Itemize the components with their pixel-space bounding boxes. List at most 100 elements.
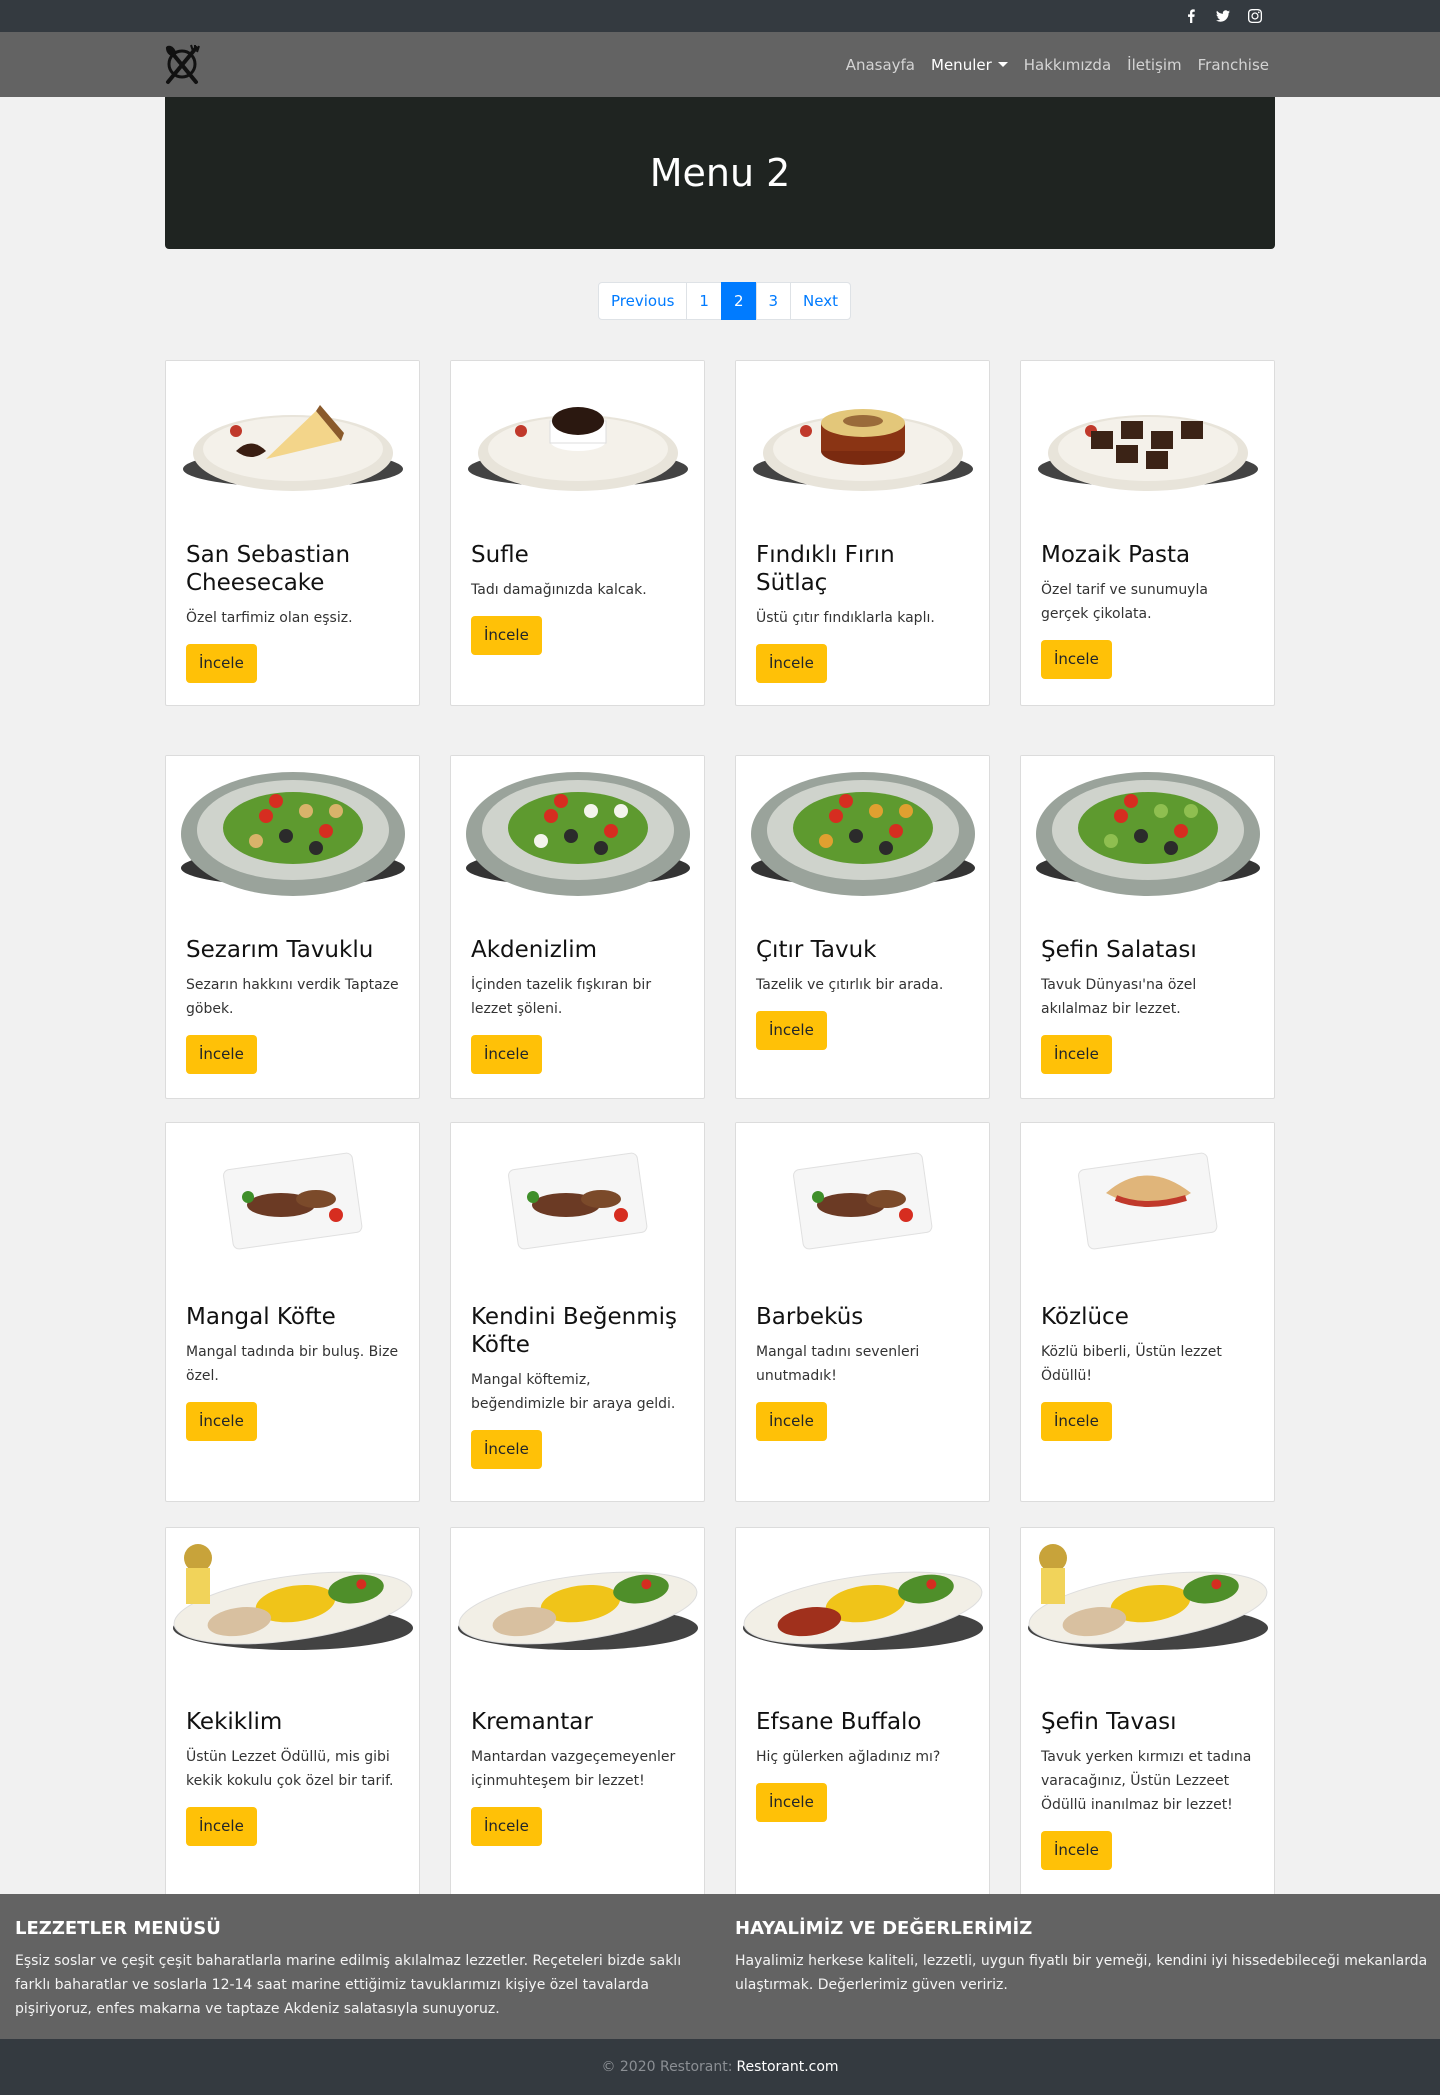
card-title: Sezarım Tavuklu xyxy=(186,937,374,963)
card-title: Kekiklim xyxy=(186,1709,283,1735)
main-nav: Anasayfa Menuler Hakkımızda İletişim Fra… xyxy=(846,32,1269,97)
card-description: Özel tarfimiz olan eşsiz. xyxy=(186,610,353,626)
card-description: Hiç gülerken ağladınız mı? xyxy=(756,1749,941,1765)
card-description: Üstü çıtır fındıklarla kaplı. xyxy=(756,610,935,626)
caret-down-icon xyxy=(997,61,1008,67)
card-description: Sezarın hakkını verdik Taptaze göbek. xyxy=(186,977,399,1017)
footer-col-menu: LEZZETLER MENÜSÜ Eşsiz soslar ve çeşit ç… xyxy=(15,1918,715,2021)
card-body: Közlüce Közlü biberli, Üstün lezzet Ödüll… xyxy=(1021,1303,1274,1441)
incele-button[interactable]: İncele xyxy=(471,1807,542,1846)
incele-button[interactable]: İncele xyxy=(1041,1035,1112,1074)
menu-card: Akdenizlim İçinden tazelik fışkıran bir l… xyxy=(450,755,705,1099)
card-title: Barbeküs xyxy=(756,1304,864,1330)
card-description: Tavuk Dünyası'na özel akılalmaz bir lezz… xyxy=(1041,977,1197,1017)
food-image xyxy=(736,1123,989,1283)
pagination-page-1[interactable]: 1 xyxy=(686,282,722,320)
card-description: İçinden tazelik fışkıran bir lezzet şöle… xyxy=(471,977,652,1017)
hero-banner: Menu 2 xyxy=(165,97,1275,249)
menu-card: Kekiklim Üstün Lezzet Ödüllü, mis gibi ke… xyxy=(165,1527,420,1897)
nav-iletisim[interactable]: İletişim xyxy=(1127,56,1181,74)
card-title: Kremantar xyxy=(471,1709,593,1735)
pagination-previous[interactable]: Previous xyxy=(598,282,688,320)
menu-card: San Sebastian Cheesecake Özel tarfimiz ol… xyxy=(165,360,420,706)
footer-menu-text: Eşsiz soslar ve çeşit çeşit baharatlarla… xyxy=(15,1953,682,2017)
menu-card: Közlüce Közlü biberli, Üstün lezzet Ödüll… xyxy=(1020,1122,1275,1502)
menu-card: Efsane Buffalo Hiç gülerken ağladınız mı?… xyxy=(735,1527,990,1897)
footer-values-text: Hayalimiz herkese kaliteli, lezzetli, uy… xyxy=(735,1953,1428,1993)
incele-button[interactable]: İncele xyxy=(186,1035,257,1074)
pagination: Previous 1 2 3 Next xyxy=(598,282,851,320)
card-body: Şefin Salatası Tavuk Dünyası'na özel akıl… xyxy=(1021,936,1274,1074)
menu-card: Barbeküs Mangal tadını sevenleri unutmadı… xyxy=(735,1122,990,1502)
incele-button[interactable]: İncele xyxy=(471,616,542,655)
card-description: Mantardan vazgeçemeyenler içinmuhteşem b… xyxy=(471,1749,676,1789)
menu-card: Kremantar Mantardan vazgeçemeyenler içinm… xyxy=(450,1527,705,1897)
card-title: Efsane Buffalo xyxy=(756,1709,922,1735)
top-bar xyxy=(0,0,1440,32)
pagination-page-2[interactable]: 2 xyxy=(720,282,757,320)
incele-button[interactable]: İncele xyxy=(471,1430,542,1469)
menu-card: Sezarım Tavuklu Sezarın hakkını verdik Ta… xyxy=(165,755,420,1099)
incele-button[interactable]: İncele xyxy=(1041,1831,1112,1870)
card-description: Mangal tadını sevenleri unutmadık! xyxy=(756,1344,920,1384)
facebook-icon[interactable] xyxy=(1184,9,1198,23)
nav-menuler-label: Menuler xyxy=(931,55,992,74)
menu-card: Çıtır Tavuk Tazelik ve çıtırlık bir arada… xyxy=(735,755,990,1099)
incele-button[interactable]: İncele xyxy=(186,644,257,683)
menu-card: Fındıklı Fırın Sütlaç Üstü çıtır fındıkla… xyxy=(735,360,990,706)
card-body: Sezarım Tavuklu Sezarın hakkını verdik Ta… xyxy=(166,936,419,1074)
card-body: Fındıklı Fırın Sütlaç Üstü çıtır fındıkla… xyxy=(736,541,989,683)
restaurant-logo-icon[interactable] xyxy=(162,42,202,86)
food-image xyxy=(736,756,989,916)
card-body: Şefin Tavası Tavuk yerken kırmızı et tadı… xyxy=(1021,1708,1274,1870)
food-image xyxy=(166,1528,419,1688)
copyright-bar: © 2020 Restorant: Restorant.com xyxy=(0,2039,1440,2095)
pagination-page-3[interactable]: 3 xyxy=(755,282,792,320)
card-description: Közlü biberli, Üstün lezzet Ödüllü! xyxy=(1041,1344,1222,1384)
card-description: Mangal köftemiz, beğendimizle bir araya … xyxy=(471,1372,676,1412)
menu-card: Mozaik Pasta Özel tarif ve sunumuyla gerç… xyxy=(1020,360,1275,706)
card-title: Közlüce xyxy=(1041,1304,1129,1330)
card-body: Kekiklim Üstün Lezzet Ödüllü, mis gibi ke… xyxy=(166,1708,419,1846)
card-description: Tadı damağınızda kalcak. xyxy=(471,582,647,598)
nav-hakkimizda[interactable]: Hakkımızda xyxy=(1024,56,1111,74)
nav-menuler-dropdown[interactable]: Menuler xyxy=(931,56,1008,74)
incele-button[interactable]: İncele xyxy=(756,1402,827,1441)
instagram-icon[interactable] xyxy=(1248,9,1262,23)
menu-card: Mangal Köfte Mangal tadında bir buluş. Bi… xyxy=(165,1122,420,1502)
card-body: Mangal Köfte Mangal tadında bir buluş. Bi… xyxy=(166,1303,419,1441)
incele-button[interactable]: İncele xyxy=(1041,640,1112,679)
footer-col-values: HAYALİMİZ VE DEĞERLERİMİZ Hayalimiz herk… xyxy=(735,1918,1435,1997)
footer: LEZZETLER MENÜSÜ Eşsiz soslar ve çeşit ç… xyxy=(0,1894,1440,2039)
card-body: Efsane Buffalo Hiç gülerken ağladınız mı?… xyxy=(736,1708,989,1822)
menu-card: Sufle Tadı damağınızda kalcak. İncele xyxy=(450,360,705,706)
menu-card: Kendini Beğenmiş Köfte Mangal köftemiz, b… xyxy=(450,1122,705,1502)
footer-menu-title: LEZZETLER MENÜSÜ xyxy=(15,1918,221,1939)
card-body: San Sebastian Cheesecake Özel tarfimiz ol… xyxy=(166,541,419,683)
card-body: Kremantar Mantardan vazgeçemeyenler içinm… xyxy=(451,1708,704,1846)
incele-button[interactable]: İncele xyxy=(1041,1402,1112,1441)
incele-button[interactable]: İncele xyxy=(186,1402,257,1441)
incele-button[interactable]: İncele xyxy=(186,1807,257,1846)
twitter-icon[interactable] xyxy=(1216,9,1230,23)
incele-button[interactable]: İncele xyxy=(756,1783,827,1822)
incele-button[interactable]: İncele xyxy=(756,644,827,683)
nav-anasayfa[interactable]: Anasayfa xyxy=(846,56,915,74)
food-image xyxy=(166,361,419,521)
card-title: Şefin Tavası xyxy=(1041,1709,1177,1735)
copyright-link[interactable]: Restorant.com xyxy=(736,2059,838,2075)
incele-button[interactable]: İncele xyxy=(756,1011,827,1050)
menu-card: Şefin Salatası Tavuk Dünyası'na özel akıl… xyxy=(1020,755,1275,1099)
food-image xyxy=(1021,1528,1274,1688)
nav-franchise[interactable]: Franchise xyxy=(1198,56,1269,74)
page-title: Menu 2 xyxy=(649,151,791,195)
copyright-text: © 2020 Restorant: xyxy=(601,2059,733,2075)
food-image xyxy=(451,1528,704,1688)
food-image xyxy=(451,361,704,521)
card-body: Mozaik Pasta Özel tarif ve sunumuyla gerç… xyxy=(1021,541,1274,679)
card-title: Fındıklı Fırın Sütlaç xyxy=(756,542,895,596)
food-image xyxy=(736,1528,989,1688)
pagination-next[interactable]: Next xyxy=(790,282,851,320)
incele-button[interactable]: İncele xyxy=(471,1035,542,1074)
card-description: Mangal tadında bir buluş. Bize özel. xyxy=(186,1344,399,1384)
